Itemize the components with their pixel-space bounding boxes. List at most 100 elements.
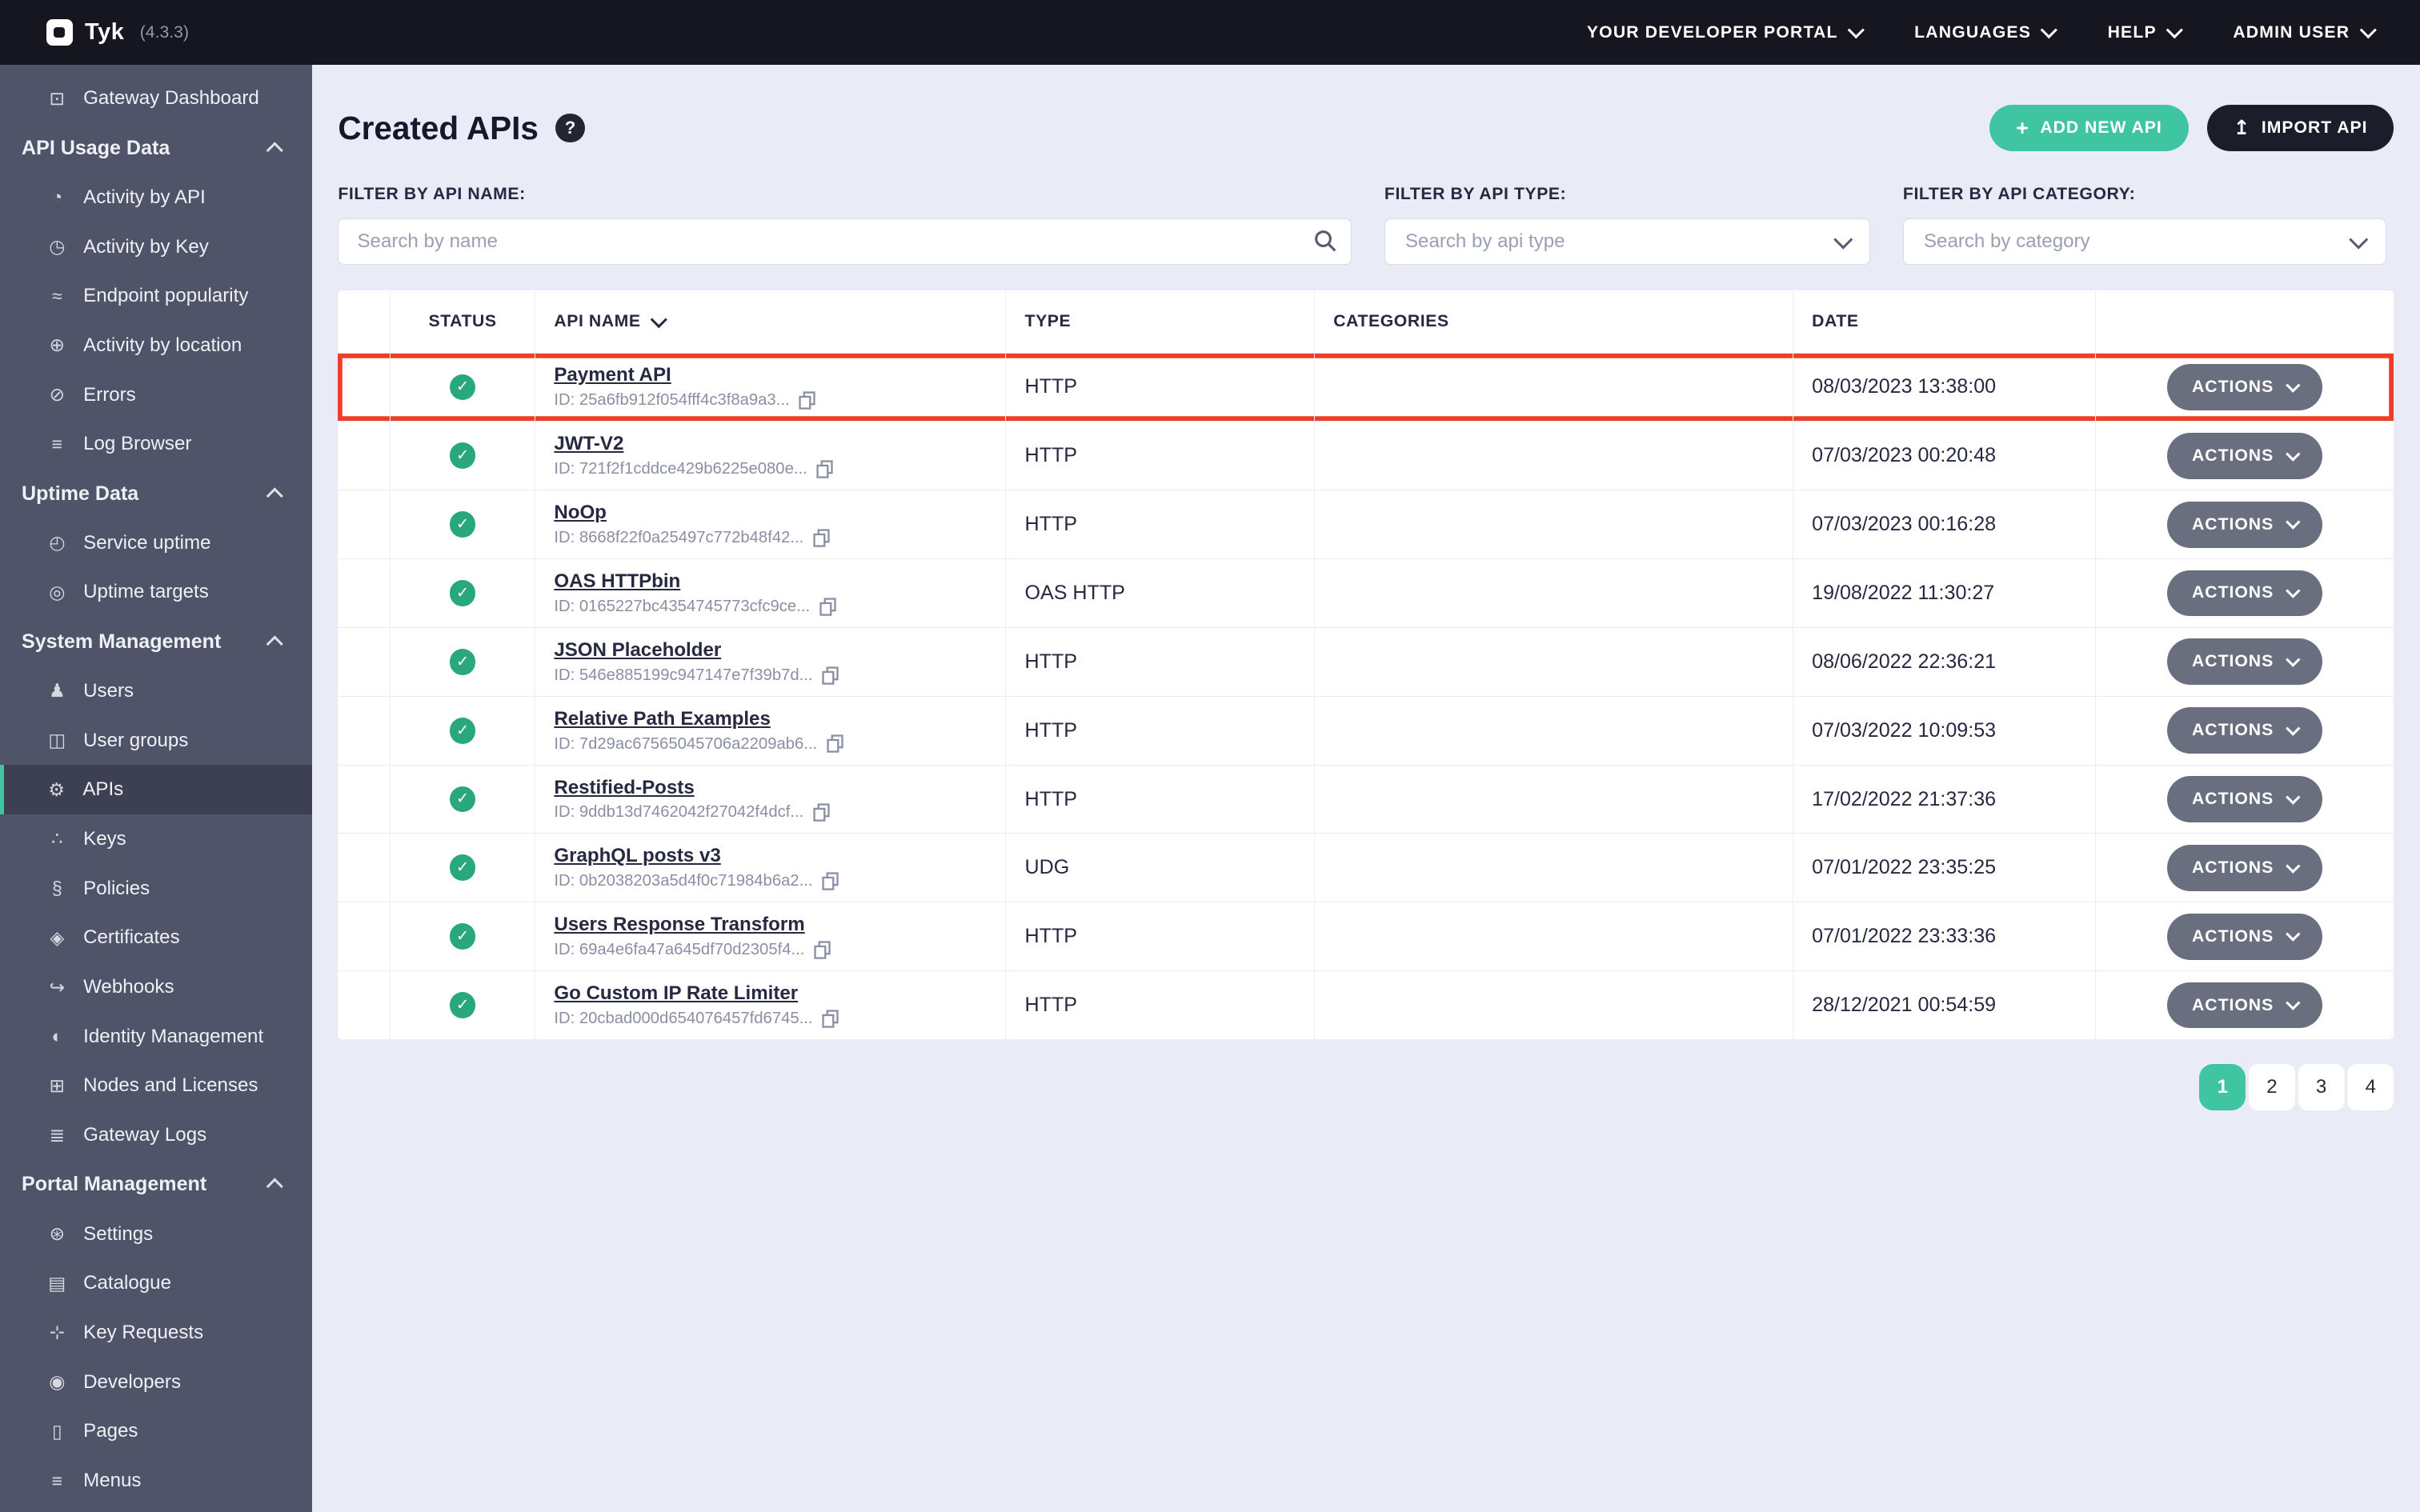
- filter-category-select[interactable]: Search by category: [1902, 218, 2386, 265]
- chevron-down-icon: [2285, 514, 2300, 530]
- sidebar-item-activity-by-key[interactable]: ◷ Activity by Key: [0, 222, 312, 272]
- copy-icon[interactable]: [822, 1010, 839, 1028]
- api-name-link[interactable]: GraphQL posts v3: [554, 845, 720, 867]
- sidebar-item-log-browser[interactable]: ≡ Log Browser: [0, 419, 312, 469]
- menu-admin-user[interactable]: ADMIN USER: [2233, 22, 2377, 42]
- add-new-api-button[interactable]: + ADD NEW API: [1989, 105, 2189, 151]
- sidebar-item-policies[interactable]: § Policies: [0, 864, 312, 914]
- copy-icon[interactable]: [822, 666, 839, 685]
- filter-by-category: FILTER BY API CATEGORY: Search by catego…: [1902, 185, 2386, 265]
- column-api-name[interactable]: API NAME: [535, 290, 1007, 353]
- sidebar-item-menus[interactable]: ≡ Menus: [0, 1456, 312, 1506]
- status-ok-icon: ✓: [449, 992, 476, 1018]
- sidebar-item-settings[interactable]: ⊛ Settings: [0, 1210, 312, 1259]
- import-button-label: IMPORT API: [2261, 118, 2368, 138]
- api-name-link[interactable]: Users Response Transform: [554, 914, 804, 936]
- page-button[interactable]: 3: [2298, 1063, 2345, 1110]
- sidebar-item-activity-by-api[interactable]: ◔ Activity by API: [0, 173, 312, 222]
- actions-button[interactable]: ACTIONS: [2167, 432, 2323, 479]
- menu-help[interactable]: HELP: [2108, 22, 2183, 42]
- copy-icon[interactable]: [813, 803, 830, 822]
- sidebar-item-users[interactable]: ♟ Users: [0, 666, 312, 716]
- actions-button[interactable]: ACTIONS: [2167, 982, 2323, 1029]
- import-api-button[interactable]: ↥ IMPORT API: [2206, 105, 2394, 151]
- tyk-logo-icon: [46, 19, 73, 46]
- upload-icon: ↥: [2233, 116, 2251, 139]
- chevron-down-icon: [2285, 378, 2300, 392]
- sidebar-item-apis[interactable]: ⚙ APIs: [0, 765, 312, 815]
- sidebar-item-errors[interactable]: ⊘ Errors: [0, 370, 312, 420]
- actions-button[interactable]: ACTIONS: [2167, 776, 2323, 822]
- sidebar-item-webhooks[interactable]: ↪ Webhooks: [0, 962, 312, 1012]
- copy-icon[interactable]: [813, 529, 830, 547]
- copy-icon[interactable]: [819, 598, 836, 616]
- sidebar-item-label: Settings: [83, 1222, 154, 1245]
- api-name-link[interactable]: Relative Path Examples: [554, 708, 771, 730]
- api-name-link[interactable]: Payment API: [554, 364, 671, 386]
- sidebar-item-uptime-targets[interactable]: ◎ Uptime targets: [0, 568, 312, 618]
- key-requests-icon: ⊹: [49, 1322, 66, 1343]
- page-button[interactable]: 4: [2347, 1063, 2394, 1110]
- copy-icon[interactable]: [814, 941, 831, 959]
- developers-icon: ◉: [49, 1371, 66, 1393]
- page-button[interactable]: 1: [2199, 1063, 2246, 1110]
- sidebar-section-uptime-data[interactable]: Uptime Data: [0, 469, 312, 518]
- column-api-name-label: API NAME: [554, 311, 641, 330]
- actions-button[interactable]: ACTIONS: [2167, 844, 2323, 891]
- sidebar-section-api-usage-data[interactable]: API Usage Data: [0, 123, 312, 173]
- sidebar-item-gateway-logs[interactable]: ≣ Gateway Logs: [0, 1110, 312, 1160]
- actions-button[interactable]: ACTIONS: [2167, 913, 2323, 960]
- sidebar-item-endpoint-popularity[interactable]: ≈ Endpoint popularity: [0, 271, 312, 321]
- copy-icon[interactable]: [827, 734, 843, 754]
- api-id: ID: 20cbad000d654076457fd6745...: [554, 1009, 813, 1027]
- sidebar-item-service-uptime[interactable]: ◴ Service uptime: [0, 518, 312, 568]
- actions-button[interactable]: ACTIONS: [2167, 501, 2323, 548]
- filter-name-input[interactable]: [338, 218, 1352, 265]
- copy-icon[interactable]: [822, 872, 839, 890]
- help-icon[interactable]: ?: [555, 113, 585, 143]
- sidebar-item-key-requests[interactable]: ⊹ Key Requests: [0, 1308, 312, 1358]
- sidebar-item-label: Key Requests: [83, 1321, 204, 1343]
- api-name-link[interactable]: Go Custom IP Rate Limiter: [554, 982, 798, 1005]
- sidebar-item-identity-management[interactable]: ◐ Identity Management: [0, 1012, 312, 1062]
- sidebar-item-user-groups[interactable]: ◫ User groups: [0, 716, 312, 766]
- sidebar-item-keys[interactable]: ∴ Keys: [0, 814, 312, 864]
- sidebar-item-pages[interactable]: ▯ Pages: [0, 1407, 312, 1457]
- sidebar-item-gateway-dashboard[interactable]: ⊡ Gateway Dashboard: [0, 74, 312, 124]
- actions-button[interactable]: ACTIONS: [2167, 364, 2323, 410]
- sidebar-item-catalogue[interactable]: ▤ Catalogue: [0, 1258, 312, 1308]
- sidebar-item-activity-by-location[interactable]: ⊕ Activity by location: [0, 321, 312, 370]
- chevron-down-icon: [2285, 858, 2300, 873]
- actions-button[interactable]: ACTIONS: [2167, 707, 2323, 754]
- logo-text: Tyk: [85, 19, 125, 45]
- api-name-link[interactable]: OAS HTTPbin: [554, 570, 680, 593]
- sidebar-section-portal-management[interactable]: Portal Management: [0, 1160, 312, 1210]
- api-name-link[interactable]: JWT-V2: [554, 433, 623, 455]
- chevron-down-icon: [2285, 652, 2300, 667]
- add-button-label: ADD NEW API: [2040, 118, 2162, 138]
- actions-button[interactable]: ACTIONS: [2167, 570, 2323, 617]
- filter-type-select[interactable]: Search by api type: [1384, 218, 1871, 265]
- tyk-logo[interactable]: Tyk (4.3.3): [46, 19, 189, 46]
- sidebar-item-nodes-and-licenses[interactable]: ⊞ Nodes and Licenses: [0, 1062, 312, 1111]
- api-name-link[interactable]: Restified-Posts: [554, 777, 694, 799]
- check-icon: ✓: [455, 722, 470, 739]
- copy-icon[interactable]: [799, 391, 815, 410]
- table-row: ✓ NoOp ID: 8668f22f0a25497c772b48f42...: [338, 490, 2394, 560]
- sidebar-item-label: Menus: [83, 1470, 142, 1492]
- api-date: 19/08/2022 11:30:27: [1793, 559, 2096, 627]
- pages-icon: ▯: [51, 1420, 62, 1442]
- page-button[interactable]: 2: [2249, 1063, 2295, 1110]
- menu-languages[interactable]: LANGUAGES: [1914, 22, 2058, 42]
- actions-button[interactable]: ACTIONS: [2167, 638, 2323, 686]
- menu-your-developer-portal[interactable]: YOUR DEVELOPER PORTAL: [1587, 22, 1865, 42]
- api-id: ID: 8668f22f0a25497c772b48f42...: [554, 529, 804, 546]
- sidebar-item-developers[interactable]: ◉ Developers: [0, 1358, 312, 1407]
- api-date: 07/01/2022 23:35:25: [1793, 834, 2096, 902]
- copy-icon[interactable]: [816, 460, 833, 478]
- sidebar-section-system-management[interactable]: System Management: [0, 617, 312, 666]
- api-name-link[interactable]: NoOp: [554, 502, 607, 524]
- sidebar-item-label: Activity by Key: [83, 235, 209, 258]
- api-name-link[interactable]: JSON Placeholder: [554, 639, 721, 662]
- sidebar-item-certificates[interactable]: ◈ Certificates: [0, 914, 312, 963]
